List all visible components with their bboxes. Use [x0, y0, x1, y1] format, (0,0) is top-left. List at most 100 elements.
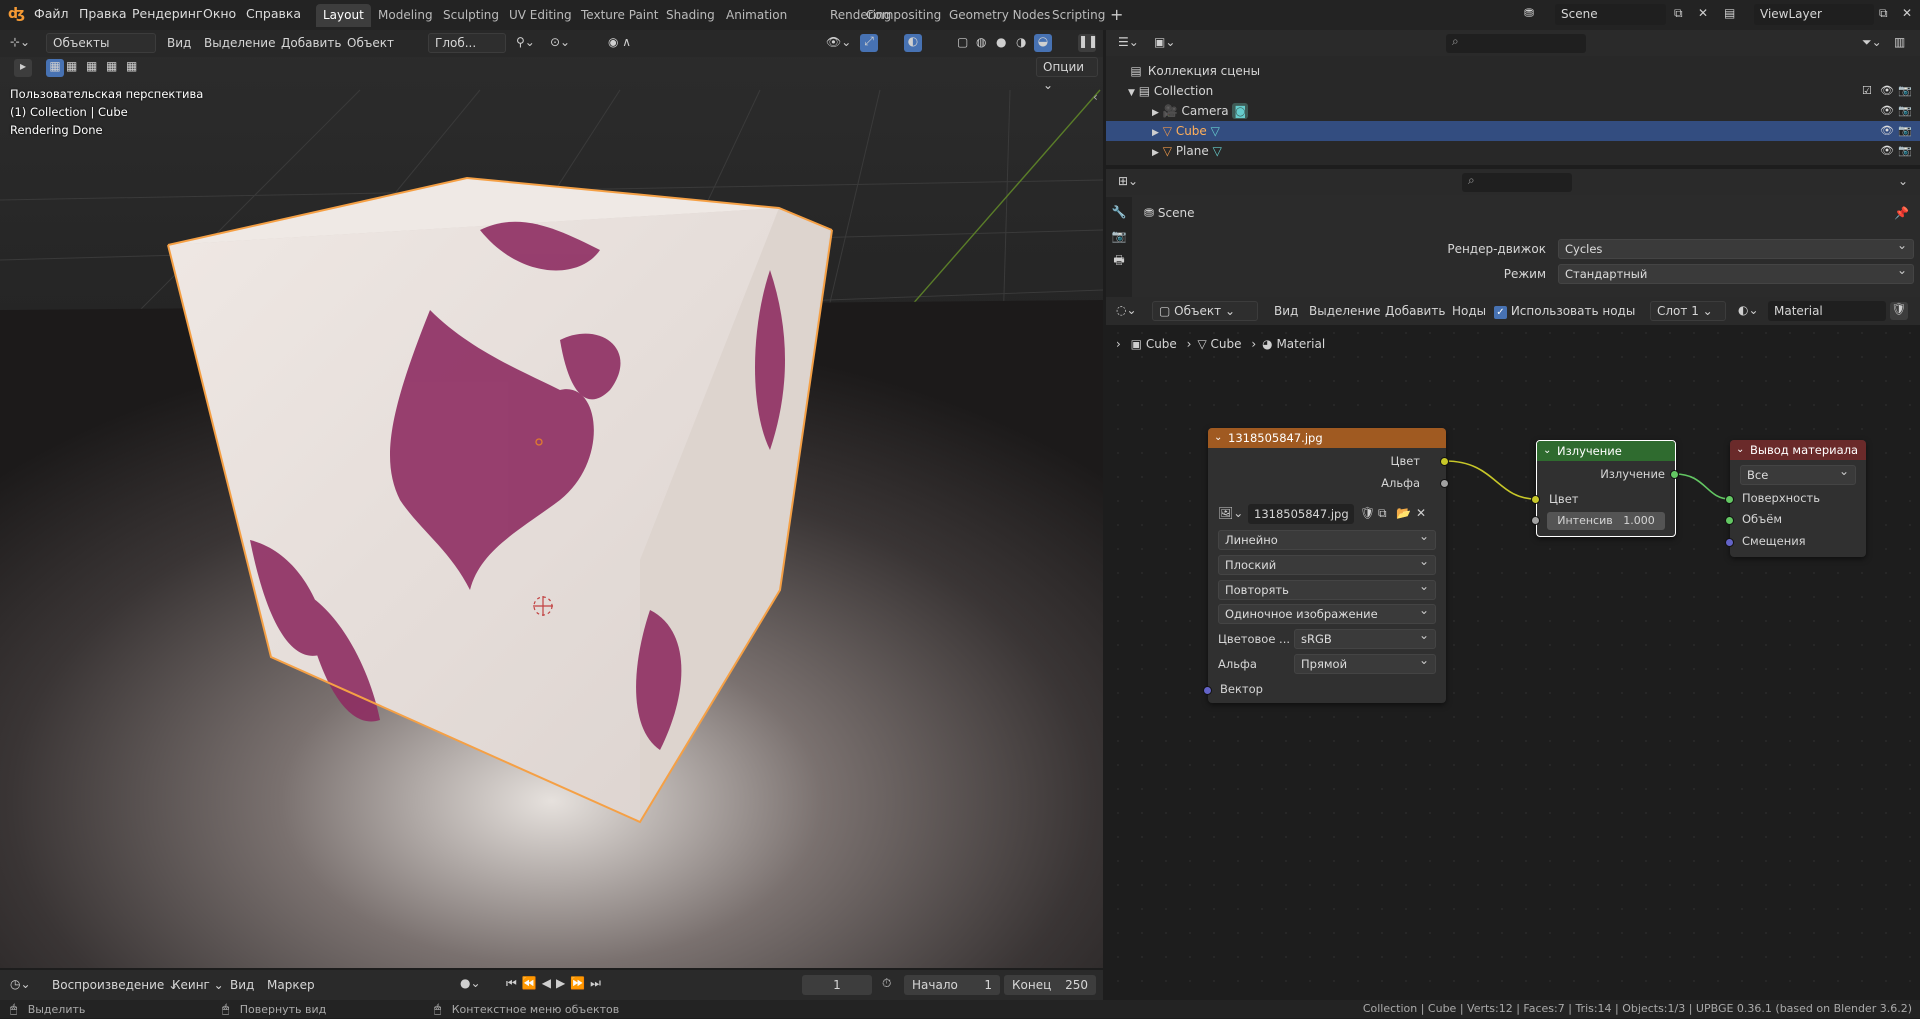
displacement-input-socket[interactable]: [1725, 538, 1734, 547]
color-output-socket[interactable]: [1440, 457, 1449, 466]
shading-wireframe-icon[interactable]: ◍: [976, 35, 986, 49]
marker-menu[interactable]: Маркер: [267, 975, 315, 995]
snap-icon[interactable]: ⊙⌄: [550, 35, 570, 49]
unlink-icon[interactable]: ✕: [1416, 506, 1426, 520]
sidebar-toggle-icon[interactable]: ‹: [1093, 90, 1098, 104]
viewport-3d[interactable]: ⊹⌄ Объекты Вид Выделение Добавить Объект…: [0, 30, 1103, 968]
add-workspace-icon[interactable]: +: [1110, 5, 1123, 24]
pause-render-icon[interactable]: ❚❚: [1078, 34, 1098, 52]
new-scene-icon[interactable]: ⧉: [1674, 6, 1683, 21]
object-mode-dropdown[interactable]: Объекты: [46, 33, 156, 53]
gizmo-icon[interactable]: ⤢: [860, 34, 878, 52]
fake-user-icon[interactable]: 🛡: [1360, 506, 1375, 520]
shading-material-icon[interactable]: ◑: [1016, 35, 1026, 49]
properties-editor-icon[interactable]: ⊞⌄: [1118, 174, 1138, 188]
outliner-item-cube[interactable]: ▶ ▽ Cube ▽ 👁 📷: [1106, 121, 1920, 141]
start-frame-field[interactable]: Начало 1: [904, 975, 1000, 995]
view-layer-icon[interactable]: ▤: [1724, 6, 1735, 20]
camera-render-icon[interactable]: 📷: [1898, 83, 1912, 99]
menu-help[interactable]: Справка: [240, 0, 307, 28]
collapse-icon[interactable]: ⌄: [1543, 441, 1551, 461]
outliner-search-input[interactable]: ⌕: [1446, 34, 1586, 53]
extension-dropdown[interactable]: Повторять: [1218, 577, 1436, 600]
scene-icon[interactable]: ⛃: [1524, 6, 1534, 20]
source-dropdown[interactable]: Одиночное изображение: [1218, 601, 1436, 624]
image-texture-node[interactable]: ⌄ 1318505847.jpg Цвет Альфа 🖼⌄ 1318505847…: [1208, 428, 1446, 703]
viewport-menu-add[interactable]: Добавить: [281, 33, 341, 53]
autokey-record-icon[interactable]: ●⌄: [460, 976, 481, 990]
image-node-header[interactable]: ⌄ 1318505847.jpg: [1208, 428, 1446, 448]
material-output-node[interactable]: ⌄Вывод материала Все Поверхность Объём С…: [1730, 440, 1866, 557]
emission-node-header[interactable]: ⌄ Излучение: [1537, 441, 1675, 461]
visibility-icon[interactable]: 👁⌄: [826, 35, 851, 49]
tab-shading[interactable]: Shading: [659, 4, 722, 27]
image-name-field[interactable]: 1318505847.jpg: [1248, 504, 1354, 524]
playback-menu[interactable]: Воспроизведение ⌄: [52, 975, 178, 995]
tab-texture-paint[interactable]: Texture Paint: [574, 4, 665, 27]
editor-type-icon[interactable]: ⊹⌄: [10, 35, 30, 49]
output-tab-icon[interactable]: 🖶: [1106, 251, 1132, 272]
options-dropdown[interactable]: Опции ⌄: [1036, 57, 1098, 92]
strength-field[interactable]: Интенсив 1.000: [1547, 512, 1665, 530]
scene-name-field[interactable]: Scene: [1555, 4, 1666, 25]
outliner-item-camera[interactable]: ▶ 🎥 Camera ◙ 👁 📷: [1152, 103, 1912, 119]
eye-icon[interactable]: 👁: [1880, 103, 1894, 119]
interpolation-dropdown[interactable]: Линейно: [1218, 527, 1436, 550]
viewport-menu-object[interactable]: Объект: [347, 33, 394, 53]
render-mode-dropdown[interactable]: Стандартный: [1558, 261, 1914, 284]
overlay-icon[interactable]: ◐: [904, 34, 922, 52]
select-extend-icon[interactable]: ▦: [66, 59, 77, 73]
menu-file[interactable]: Файл: [28, 0, 75, 28]
properties-options-icon[interactable]: ⌄: [1898, 174, 1908, 188]
tab-scripting[interactable]: Scripting: [1045, 4, 1112, 27]
select-tool-icon[interactable]: ▸: [14, 59, 32, 77]
output-node-header[interactable]: ⌄ Вывод материала: [1730, 440, 1866, 460]
camera-render-icon[interactable]: 📷: [1898, 123, 1912, 139]
timeline-editor-icon[interactable]: ◷⌄: [10, 977, 31, 991]
delete-view-layer-icon[interactable]: ✕: [1902, 6, 1912, 20]
tab-uv-editing[interactable]: UV Editing: [502, 4, 579, 27]
proportional-edit-icon[interactable]: ◉ ∧: [608, 35, 631, 49]
properties-search-input[interactable]: ⌕: [1462, 173, 1572, 192]
outliner-item-plane[interactable]: ▶ ▽ Plane ▽ 👁 📷: [1152, 143, 1912, 159]
collapse-icon[interactable]: ⌄: [1214, 428, 1222, 448]
outliner-editor-icon[interactable]: ☰⌄: [1118, 35, 1139, 49]
view-layer-field[interactable]: ViewLayer: [1754, 4, 1874, 25]
pivot-icon[interactable]: ⚲⌄: [516, 35, 535, 49]
render-engine-dropdown[interactable]: Cycles: [1558, 236, 1914, 259]
vector-input-socket[interactable]: [1203, 686, 1212, 695]
duplicate-icon[interactable]: ⧉: [1378, 506, 1387, 521]
outliner-scene-collection[interactable]: ▤ Коллекция сцены: [1128, 63, 1908, 79]
node-editor[interactable]: ◌⌄ ▢ Объект ⌄ Вид Выделение Добавить Нод…: [1106, 297, 1920, 990]
tab-modeling[interactable]: Modeling: [371, 4, 440, 27]
eye-icon[interactable]: 👁: [1880, 83, 1894, 99]
shading-rendered-icon[interactable]: ◒: [1034, 34, 1052, 52]
alpha-output-socket[interactable]: [1440, 479, 1449, 488]
menu-edit[interactable]: Правка: [73, 0, 133, 28]
playback-controls-icon[interactable]: ⏮⏪◀▶⏩⏭: [506, 976, 606, 991]
camera-render-icon[interactable]: 📷: [1898, 143, 1912, 159]
filter-icon[interactable]: ⏷⌄: [1862, 35, 1882, 50]
tab-compositing[interactable]: Compositing: [859, 4, 948, 27]
emission-strength-socket[interactable]: [1531, 516, 1540, 525]
xray-icon[interactable]: ▢: [957, 35, 968, 49]
end-frame-field[interactable]: Конец 250: [1004, 975, 1096, 995]
eye-icon[interactable]: 👁: [1880, 143, 1894, 159]
emission-node[interactable]: ⌄ Излучение Излучение Цвет Интенсив 1.000: [1536, 440, 1676, 537]
blender-logo-icon[interactable]: ʤ: [8, 6, 26, 24]
emission-output-socket[interactable]: [1670, 470, 1679, 479]
exclude-checkbox[interactable]: ☑: [1862, 83, 1872, 99]
transform-orientation-dropdown[interactable]: Глоб...: [428, 33, 506, 53]
tab-sculpting[interactable]: Sculpting: [436, 4, 506, 27]
new-collection-icon[interactable]: ▥: [1894, 35, 1905, 49]
current-frame-field[interactable]: 1: [802, 975, 872, 995]
viewport-menu-view[interactable]: Вид: [167, 33, 191, 53]
select-intersect-icon[interactable]: ▦: [126, 59, 137, 73]
volume-input-socket[interactable]: [1725, 516, 1734, 525]
open-folder-icon[interactable]: 📂: [1396, 506, 1411, 520]
pin-icon[interactable]: 📌: [1894, 206, 1909, 220]
collapse-icon[interactable]: ⌄: [1736, 440, 1744, 460]
keying-menu[interactable]: Кеинг ⌄: [172, 975, 224, 995]
shading-solid-icon[interactable]: ●: [996, 35, 1006, 49]
viewport-menu-select[interactable]: Выделение: [204, 33, 275, 53]
